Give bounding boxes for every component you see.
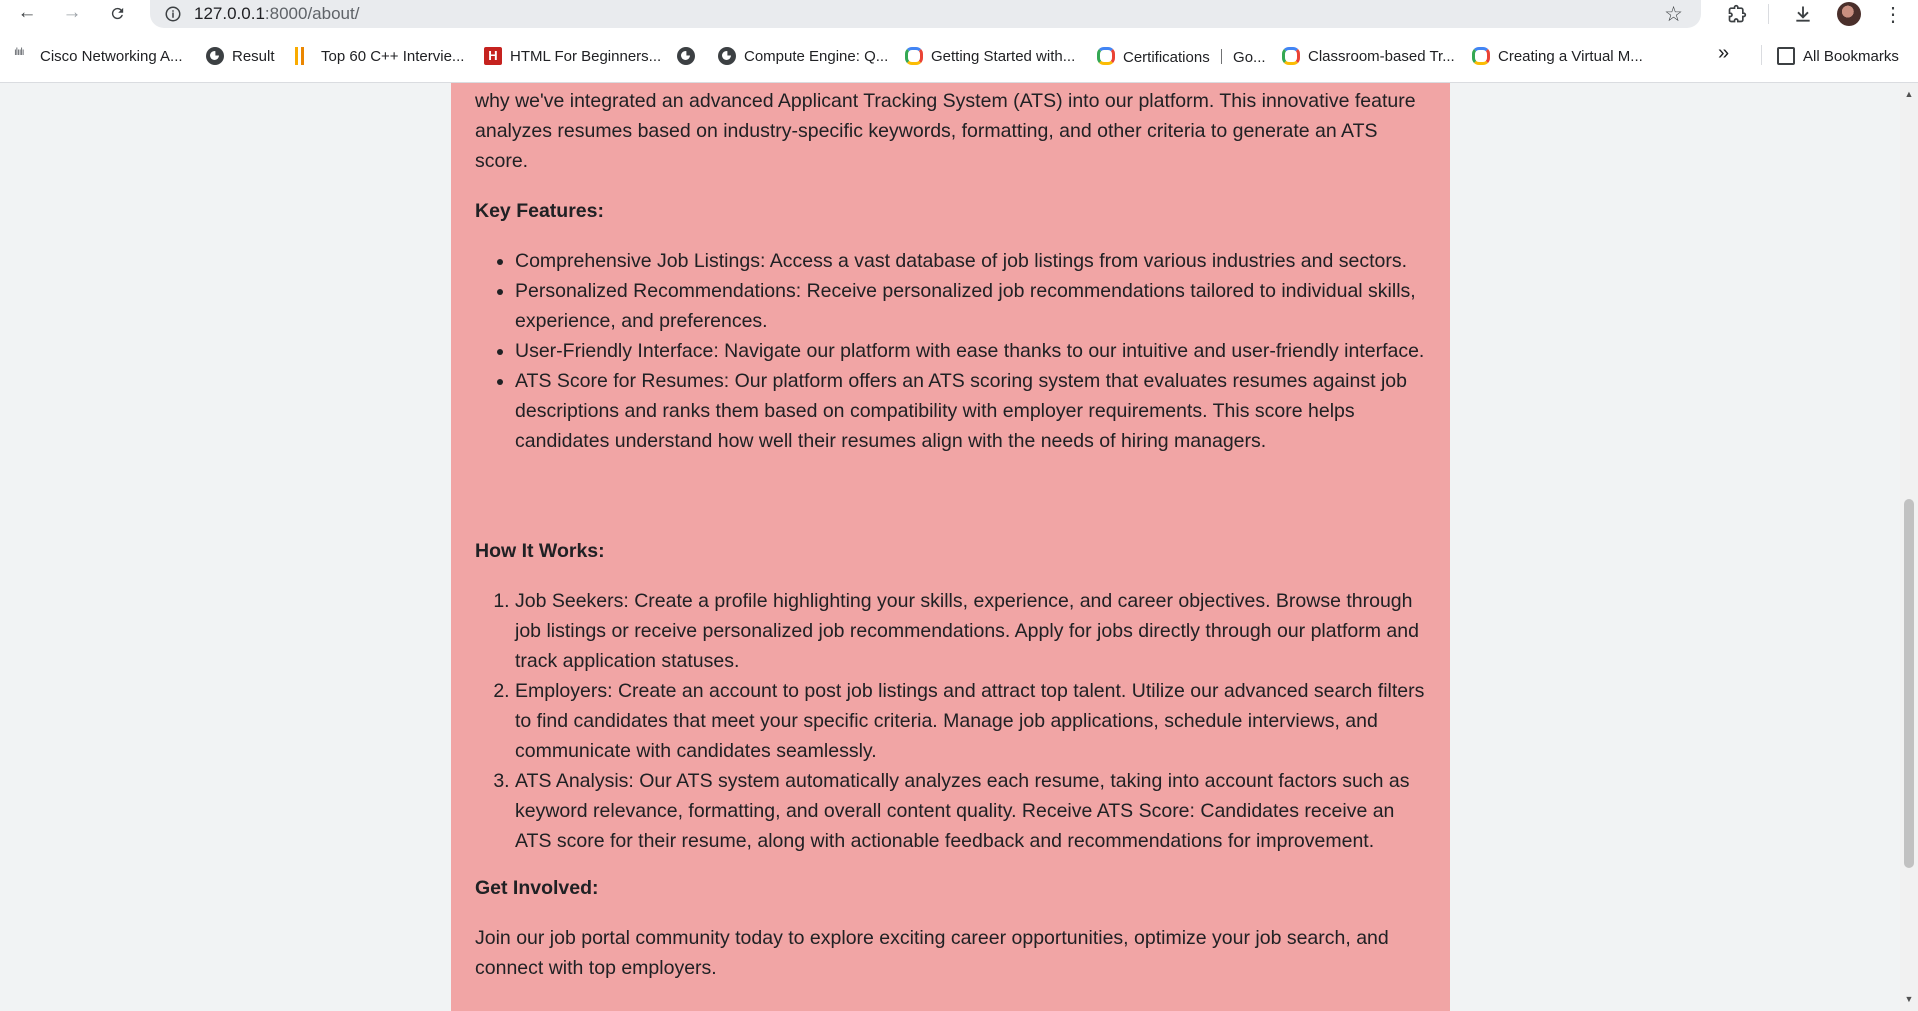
list-item: Employers: Create an account to post job… xyxy=(515,676,1430,766)
closing-paragraph: Join our job portal community today to e… xyxy=(475,927,1389,979)
bookmark-getting-started[interactable]: Getting Started with... xyxy=(905,45,1075,67)
html-site-icon: H xyxy=(484,47,502,65)
bookmark-html[interactable]: H HTML For Beginners... xyxy=(484,45,661,67)
list-item: ATS Analysis: Our ATS system automatical… xyxy=(515,766,1430,856)
list-item: Job Seekers: Create a profile highlighti… xyxy=(515,586,1430,676)
how-it-works-list: Job Seekers: Create a profile highlighti… xyxy=(475,586,1430,856)
menu-kebab-icon[interactable]: ⋮ xyxy=(1880,0,1906,28)
bookmark-label: HTML For Beginners... xyxy=(510,47,662,65)
bookmark-cpp[interactable]: Top 60 C++ Intervie... xyxy=(295,45,464,67)
bookmark-untitled[interactable] xyxy=(677,45,703,67)
downloads-icon[interactable] xyxy=(1790,0,1816,28)
bookmarks-divider xyxy=(1761,45,1762,65)
how-it-works-heading: How It Works: xyxy=(475,540,605,562)
all-bookmarks-label: All Bookmarks xyxy=(1803,47,1899,65)
bookmarks-bar: ılıılı Cisco Networking A... Result Top … xyxy=(0,28,1918,83)
list-item: User-Friendly Interface: Navigate our pl… xyxy=(515,336,1430,366)
cisco-icon: ılıılı xyxy=(14,47,25,58)
globe-icon xyxy=(718,47,736,65)
bookmark-label: Top 60 C++ Intervie... xyxy=(321,47,465,65)
cpp-site-icon xyxy=(295,47,313,65)
bookmark-certifications[interactable]: Certifications ｜ Go... xyxy=(1097,45,1266,67)
back-icon[interactable]: ← xyxy=(12,0,42,26)
list-item: Comprehensive Job Listings: Access a vas… xyxy=(515,246,1430,276)
google-cloud-icon xyxy=(1472,47,1490,65)
intro-paragraph: why we've integrated an advanced Applica… xyxy=(475,90,1416,172)
bookmark-label: Creating a Virtual M... xyxy=(1498,47,1643,65)
bookmark-result[interactable]: Result xyxy=(206,45,275,67)
about-content-card: why we've integrated an advanced Applica… xyxy=(451,83,1450,1011)
google-cloud-icon xyxy=(905,47,923,65)
address-bar[interactable]: 127.0.0.1:8000/about/ ☆ xyxy=(150,0,1701,28)
bookmark-label: Certifications ｜ Go... xyxy=(1123,48,1266,66)
bookmarks-overflow-icon[interactable]: » xyxy=(1718,42,1729,64)
site-info-icon[interactable] xyxy=(164,5,182,23)
bookmark-label: Cisco Networking A... xyxy=(40,47,183,65)
page-viewport: why we've integrated an advanced Applica… xyxy=(0,83,1900,1011)
scroll-down-arrow-icon[interactable]: ▼ xyxy=(1903,993,1915,1005)
globe-icon xyxy=(206,47,224,65)
get-involved-heading: Get Involved: xyxy=(475,877,599,899)
bookmark-label: Result xyxy=(232,47,275,65)
bookmark-classroom[interactable]: Classroom-based Tr... xyxy=(1282,45,1455,67)
scroll-up-arrow-icon[interactable]: ▲ xyxy=(1903,88,1915,100)
forward-icon[interactable]: → xyxy=(57,0,87,26)
scrollbar-thumb[interactable] xyxy=(1904,499,1914,868)
bookmark-virtual-machine[interactable]: Creating a Virtual M... xyxy=(1472,45,1643,67)
url-text[interactable]: 127.0.0.1:8000/about/ xyxy=(194,4,359,24)
bookmark-label: Compute Engine: Q... xyxy=(744,47,889,65)
globe-icon xyxy=(677,47,695,65)
bookmark-label: Getting Started with... xyxy=(931,47,1076,65)
list-item: Personalized Recommendations: Receive pe… xyxy=(515,276,1430,336)
key-features-heading: Key Features: xyxy=(475,200,604,222)
toolbar-divider xyxy=(1768,4,1769,24)
overflow-label: » xyxy=(1718,41,1730,64)
all-bookmarks-button[interactable]: All Bookmarks xyxy=(1777,45,1899,67)
bookmark-compute-engine[interactable]: Compute Engine: Q... xyxy=(718,45,888,67)
reload-icon[interactable] xyxy=(102,0,132,26)
google-cloud-icon xyxy=(1282,47,1300,65)
bookmark-label: Classroom-based Tr... xyxy=(1308,47,1455,65)
folder-icon xyxy=(1777,47,1795,65)
browser-toolbar: ← → 127.0.0.1:8000/about/ ☆ ⋮ xyxy=(0,0,1918,28)
extensions-icon[interactable] xyxy=(1724,0,1750,28)
bookmark-cisco[interactable]: ılıılı Cisco Networking A... xyxy=(14,45,183,67)
key-features-list: Comprehensive Job Listings: Access a vas… xyxy=(475,246,1430,456)
profile-avatar[interactable] xyxy=(1836,0,1862,28)
google-cloud-icon xyxy=(1097,47,1115,65)
list-item: ATS Score for Resumes: Our platform offe… xyxy=(515,366,1430,456)
bookmark-star-icon[interactable]: ☆ xyxy=(1664,2,1683,27)
